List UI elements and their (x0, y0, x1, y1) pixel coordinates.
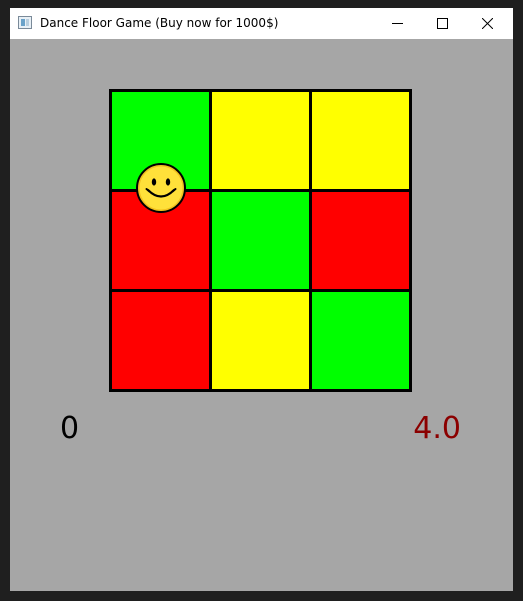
minimize-icon (392, 23, 403, 24)
game-canvas: 0 4.0 (10, 39, 513, 591)
floor-tile-yellow (212, 292, 309, 389)
floor-tile-green (212, 192, 309, 289)
close-icon (482, 18, 493, 29)
app-window-icon (18, 16, 32, 29)
floor-tile-green (312, 292, 409, 389)
game-window: Dance Floor Game (Buy now for 1000$) 0 4… (10, 8, 513, 591)
floor-tile-yellow (312, 92, 409, 189)
close-button[interactable] (465, 8, 510, 39)
window-title: Dance Floor Game (Buy now for 1000$) (40, 16, 279, 30)
maximize-icon (437, 18, 448, 29)
floor-tile-red (312, 192, 409, 289)
title-bar[interactable]: Dance Floor Game (Buy now for 1000$) (10, 8, 513, 39)
floor-tile-red (112, 292, 209, 389)
dance-floor-grid (109, 89, 412, 392)
minimize-button[interactable] (375, 8, 420, 39)
floor-tile-yellow (212, 92, 309, 189)
maximize-button[interactable] (420, 8, 465, 39)
timer-display: 4.0 (413, 411, 461, 446)
score-display: 0 (60, 411, 80, 446)
smiley-face-icon (136, 163, 186, 213)
